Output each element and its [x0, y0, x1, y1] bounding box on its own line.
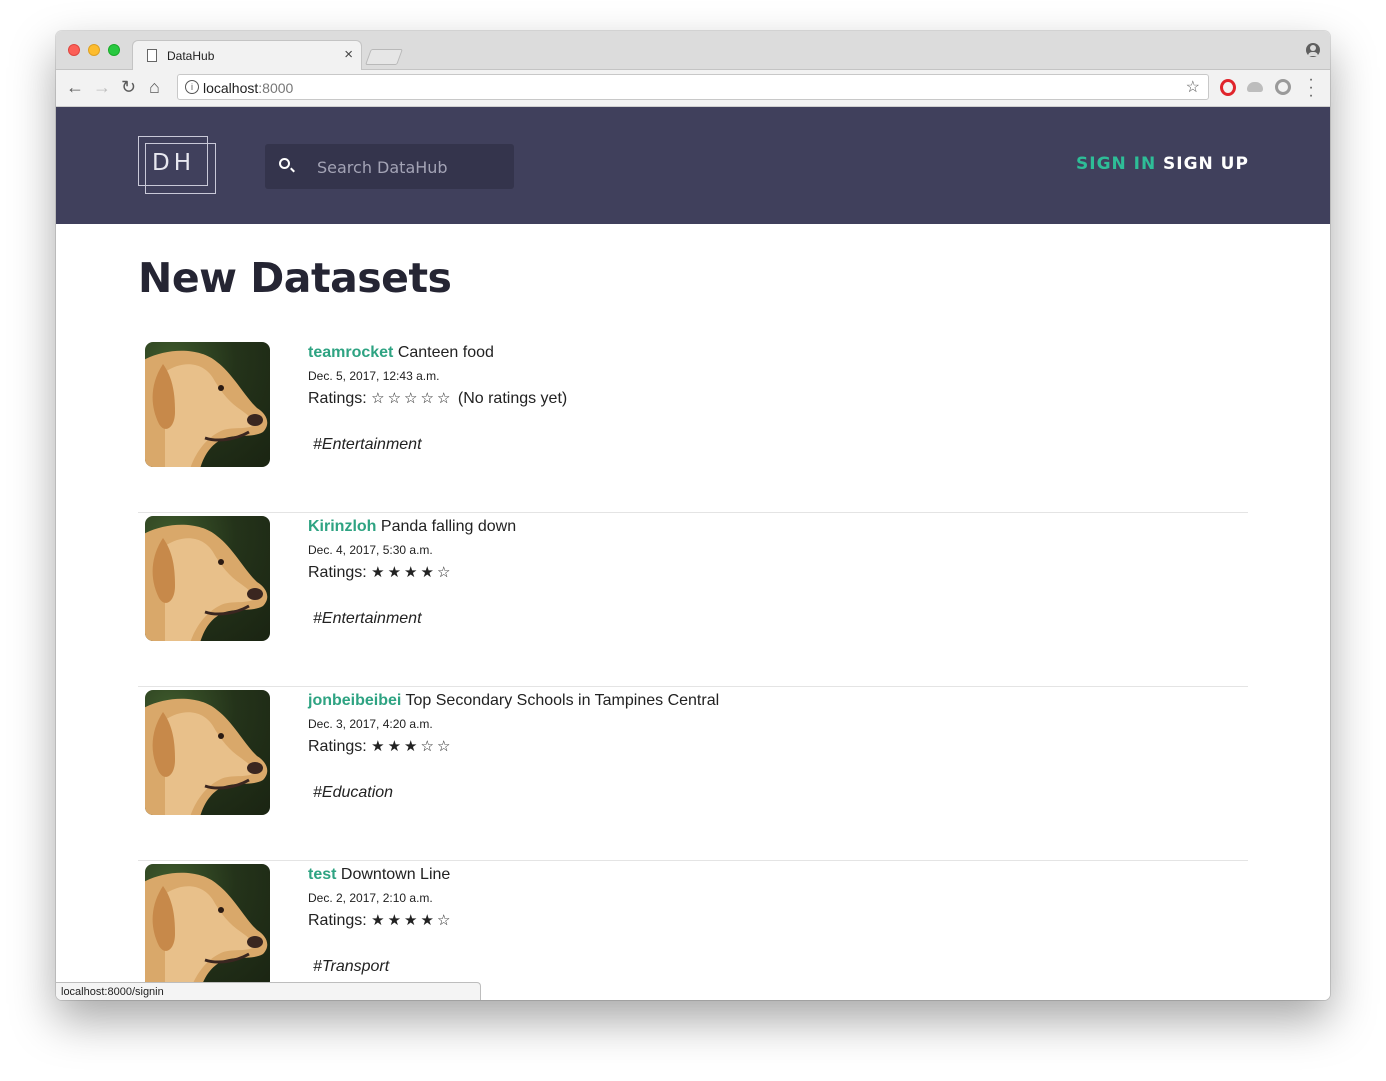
maximize-window-button[interactable] [108, 44, 120, 56]
tab-close-icon[interactable]: × [344, 46, 353, 63]
browser-menu-icon[interactable]: · · · [1308, 72, 1314, 104]
dataset-list: teamrocket Canteen food Dec. 5, 2017, 12… [138, 339, 1248, 1000]
star-rating: ★★★☆☆ [371, 737, 454, 755]
sign-in-link[interactable]: SIGN IN [1076, 154, 1156, 174]
opera-extension-icon[interactable] [1220, 79, 1236, 96]
dataset-info: Kirinzloh Panda falling down Dec. 4, 201… [308, 513, 516, 628]
dataset-ratings: Ratings: ★★★☆☆ [308, 737, 719, 756]
star-rating: ☆☆☆☆☆ [371, 389, 454, 407]
logo-text: DH [152, 150, 196, 176]
forward-icon[interactable]: → [93, 76, 111, 98]
dataset-ratings: Ratings: ☆☆☆☆☆ (No ratings yet) [308, 389, 567, 408]
bookmark-star-icon[interactable]: ☆ [1186, 77, 1200, 97]
dataset-owner-link[interactable]: test [308, 866, 336, 883]
search-bar[interactable] [265, 144, 514, 189]
browser-toolbar: ← → ↻ ⌂ i localhost:8000 ☆ · · · [56, 70, 1330, 107]
dataset-thumbnail[interactable] [145, 516, 270, 641]
page-content: DH SIGN IN SIGN UP New Datasets [56, 107, 1330, 1000]
ratings-label: Ratings: [308, 912, 367, 929]
dataset-owner-link[interactable]: teamrocket [308, 344, 393, 361]
dataset-thumbnail[interactable] [145, 342, 270, 467]
dataset-info: teamrocket Canteen food Dec. 5, 2017, 12… [308, 339, 567, 454]
reload-icon[interactable]: ↻ [121, 76, 136, 98]
close-window-button[interactable] [68, 44, 80, 56]
dataset-date: Dec. 3, 2017, 4:20 a.m. [308, 717, 433, 731]
dataset-title[interactable]: Top Secondary Schools in Tampines Centra… [406, 692, 720, 709]
star-rating: ★★★★☆ [371, 563, 454, 581]
dataset-tag[interactable]: #Entertainment [313, 610, 516, 628]
dataset-info: jonbeibeibei Top Secondary Schools in Ta… [308, 687, 719, 802]
site-header: DH SIGN IN SIGN UP [56, 107, 1330, 224]
cloud-extension-icon[interactable] [1247, 82, 1263, 92]
dataset-tag[interactable]: #Transport [313, 958, 453, 976]
dataset-item: teamrocket Canteen food Dec. 5, 2017, 12… [138, 339, 1248, 513]
dataset-date: Dec. 4, 2017, 5:30 a.m. [308, 543, 433, 557]
dataset-title[interactable]: Canteen food [398, 344, 494, 361]
dataset-date: Dec. 2, 2017, 2:10 a.m. [308, 891, 433, 905]
url-host: localhost [203, 80, 259, 96]
info-icon[interactable]: i [185, 80, 199, 94]
url-port: :8000 [258, 80, 294, 96]
dataset-item: test Downtown Line Dec. 2, 2017, 2:10 a.… [138, 861, 1248, 1000]
dataset-owner-link[interactable]: jonbeibeibei [308, 692, 401, 709]
address-bar[interactable]: i localhost:8000 ☆ [177, 74, 1209, 100]
star-rating: ★★★★☆ [371, 911, 454, 929]
dataset-tag[interactable]: #Entertainment [313, 436, 567, 454]
ratings-label: Ratings: [308, 738, 367, 755]
new-tab-button[interactable] [365, 49, 403, 65]
document-icon [147, 49, 157, 62]
ring-extension-icon[interactable] [1275, 79, 1291, 95]
dataset-thumbnail[interactable] [145, 864, 270, 989]
dataset-date: Dec. 5, 2017, 12:43 a.m. [308, 369, 440, 383]
dataset-thumbnail[interactable] [145, 690, 270, 815]
minimize-window-button[interactable] [88, 44, 100, 56]
dataset-info: test Downtown Line Dec. 2, 2017, 2:10 a.… [308, 861, 453, 976]
ratings-label: Ratings: [308, 564, 367, 581]
status-bar: localhost:8000/signin [56, 982, 481, 1000]
dataset-tag[interactable]: #Education [313, 784, 719, 802]
tab-strip: DataHub × [56, 31, 1330, 70]
logo[interactable]: DH [138, 136, 216, 194]
dataset-owner-link[interactable]: Kirinzloh [308, 518, 376, 535]
dataset-ratings: Ratings: ★★★★☆ [308, 563, 516, 582]
tab-datahub[interactable]: DataHub × [132, 40, 362, 70]
url-text: localhost:8000 [203, 80, 293, 96]
dataset-title[interactable]: Panda falling down [381, 518, 516, 535]
search-input[interactable] [315, 155, 509, 179]
dataset-ratings: Ratings: ★★★★☆ [308, 911, 453, 930]
home-icon[interactable]: ⌂ [149, 76, 160, 98]
dataset-item: jonbeibeibei Top Secondary Schools in Ta… [138, 687, 1248, 861]
sign-up-link[interactable]: SIGN UP [1163, 154, 1249, 174]
rating-note: (No ratings yet) [457, 390, 568, 407]
dataset-title[interactable]: Downtown Line [341, 866, 450, 883]
browser-window: DataHub × ← → ↻ ⌂ i localhost:8000 ☆ · · ·… [56, 31, 1330, 1000]
tab-title: DataHub [167, 49, 215, 63]
profile-icon[interactable] [1306, 43, 1320, 57]
dataset-item: Kirinzloh Panda falling down Dec. 4, 201… [138, 513, 1248, 687]
ratings-label: Ratings: [308, 390, 367, 407]
back-icon[interactable]: ← [66, 76, 84, 98]
page-title: New Datasets [138, 254, 452, 302]
search-icon [279, 158, 290, 169]
